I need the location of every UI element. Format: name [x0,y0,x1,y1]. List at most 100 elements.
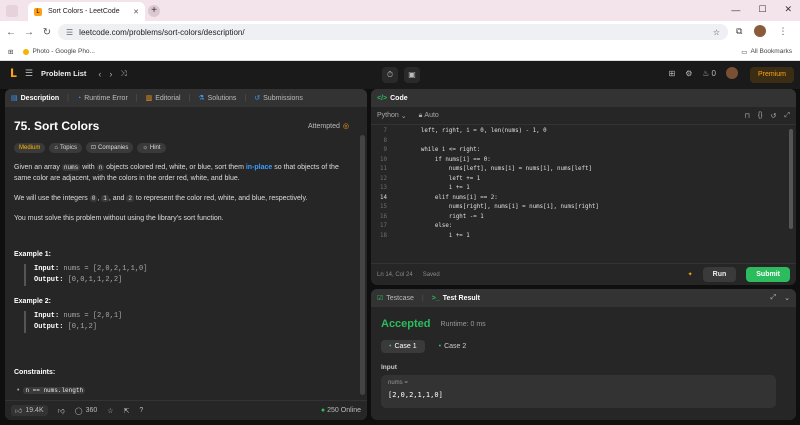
reload-icon[interactable]: ↻ [40,27,54,38]
problem-chips: Medium ⌂ Topics ⊡ Companies ☼ Hint [14,142,166,153]
variable-name: nums = [388,380,408,386]
timer-icon[interactable]: ⏱ [382,67,398,83]
minimize-icon[interactable]: — [731,5,740,15]
tab-testcase[interactable]: ☑ Testcase [377,294,414,303]
editor-scrollbar[interactable] [789,129,793,229]
result-tabs: ☑ Testcase | >_ Test Result ⤢ ⌄ [371,289,796,307]
user-avatar[interactable] [726,67,738,79]
input-value: nums = [2,0,1] [59,312,123,320]
online-label: 250 Online [327,407,361,414]
code-line: 13 i += 1 [371,184,791,194]
pass-dot: • [438,343,442,350]
example-2-block: Input: nums = [2,0,1] Output: [0,1,2] [24,311,352,333]
case-label: Case 2 [444,343,467,350]
editor-actions: ⊓ {} ↺ ⤢ [744,112,790,120]
description-icon: ▤ [11,95,18,102]
language-label: Python [377,112,399,119]
premium-button[interactable]: Premium [749,67,794,83]
case-1-tab[interactable]: • Case 1 [381,340,425,353]
profile-avatar[interactable] [754,25,767,37]
dislike-icon[interactable]: 👎︎ [58,406,65,415]
tab-test-result[interactable]: >_ Test Result [432,295,480,302]
forward-icon[interactable]: → [22,27,36,38]
close-window-icon[interactable]: ✕ [784,4,792,15]
settings-gear-icon[interactable]: ⚙ [685,69,692,78]
lock-icon: ⊡ [90,145,97,151]
list-icon[interactable]: ☰ [25,68,33,79]
help-icon[interactable]: ? [139,407,143,414]
example-output-row: Output: [0,0,1,1,2,2] [34,275,352,286]
like-button[interactable]: 👍︎ 19.4K [11,405,48,416]
companies-chip[interactable]: ⊡ Companies [85,142,134,153]
bookmark-photos[interactable]: Photo - Google Pho... [23,48,95,55]
tab-runtime-error[interactable]: ◔ Runtime Error [77,95,128,102]
share-icon[interactable]: ⇱ [124,407,130,415]
description-scrollbar[interactable] [360,135,365,395]
leetcode-logo[interactable]: ᒪ [10,67,17,80]
topics-chip[interactable]: ⌂ Topics [49,142,82,153]
prev-problem-icon[interactable]: ‹ [98,69,101,79]
case-2-tab[interactable]: • Case 2 [431,340,475,353]
line-number: 18 [380,232,387,239]
code-header: </> Code [371,89,796,107]
expand-icon[interactable]: ⤢ [771,294,777,302]
mode-label: Auto [424,112,439,119]
problem-list-link[interactable]: Problem List [41,69,86,78]
tab-description[interactable]: ▤ Description [11,94,59,103]
window-controls: — ☐ ✕ [731,4,792,15]
comments-button[interactable]: ◯ 360 [75,407,98,415]
constraints-title: Constraints: [14,369,56,376]
text: , and [108,195,127,202]
description-footer: 👍︎ 19.4K 👎︎ ◯ 360 ☆ ⇱ ? ● 250 Online [5,400,367,420]
site-info-icon[interactable]: ☰ [66,28,73,37]
terminal-icon: >_ [431,294,440,302]
star-icon[interactable]: ☆ [107,407,113,415]
extensions-icon[interactable]: ⧉ [736,26,742,37]
shuffle-icon[interactable]: ⤨ [120,69,126,79]
input-label: Input: [34,312,60,320]
tab-submissions[interactable]: ↺ Submissions [254,94,303,103]
url-field[interactable]: ☰ leetcode.com/problems/sort-colors/desc… [58,24,728,40]
browser-tab[interactable]: L Sort Colors - LeetCode ✕ [28,2,145,21]
next-problem-icon[interactable]: › [109,69,112,79]
fullscreen-icon[interactable]: ⤢ [784,112,790,120]
reset-icon[interactable]: ↺ [771,112,777,120]
example-1-block: Input: nums = [2,0,2,1,1,0] Output: [0,0… [24,264,352,286]
code-panel: </> Code Python ⌄ 🔒︎ Auto ⊓ {} ↺ ⤢ 7 left, … [371,89,796,285]
inline-code: 1 [101,195,109,202]
tab-label: Editorial [155,94,181,102]
in-place-link[interactable]: in-place [246,164,272,171]
tab-search-icon[interactable] [6,5,18,17]
comments-count: 360 [85,407,98,414]
streak-counter[interactable]: ♨ 0 [702,69,716,78]
run-button[interactable]: Run [702,267,737,282]
tab-solutions[interactable]: ⚗ Solutions [198,94,236,103]
notes-icon[interactable]: ▣ [404,67,420,83]
new-tab-icon[interactable]: + [148,5,160,17]
code-line: 11 nums[left], nums[i] = nums[i], nums[l… [371,165,791,175]
back-icon[interactable]: ← [4,27,18,38]
menu-icon[interactable]: ⋮ [778,26,787,37]
line-number: 8 [383,137,388,144]
mode-select[interactable]: 🔒︎ Auto [419,112,439,120]
description-panel: ▤ Description | ◔ Runtime Error | ▥ Editori… [5,89,367,420]
maximize-icon[interactable]: ☐ [758,4,766,15]
ai-sparkle-icon[interactable]: ✦ [688,271,693,278]
all-bookmarks[interactable]: ▭ All Bookmarks [741,48,792,56]
code-editor[interactable]: 7 left, right, i = 0, len(nums) - 1, 089… [371,127,791,241]
bookmark-star-icon[interactable]: ☆ [713,28,720,37]
bookmark-icon[interactable]: ⊓ [744,112,749,120]
braces-icon[interactable]: {} [758,112,763,119]
text: Given an array [14,164,62,171]
input-box: nums = [2,0,2,1,1,0] [381,375,776,408]
statement-paragraph: Given an array nums with n objects color… [14,162,352,184]
language-select[interactable]: Python ⌄ [377,112,407,120]
example-input-row: Input: nums = [2,0,2,1,1,0] [34,264,352,275]
layout-icon[interactable]: ⊞ [669,69,676,78]
submit-button[interactable]: Submit [746,267,790,282]
hint-chip[interactable]: ☼ Hint [137,142,166,153]
close-tab-icon[interactable]: ✕ [133,8,139,16]
collapse-icon[interactable]: ⌄ [784,294,790,302]
apps-icon[interactable]: ⊞ [8,48,13,56]
tab-editorial[interactable]: ▥ Editorial [146,94,181,103]
